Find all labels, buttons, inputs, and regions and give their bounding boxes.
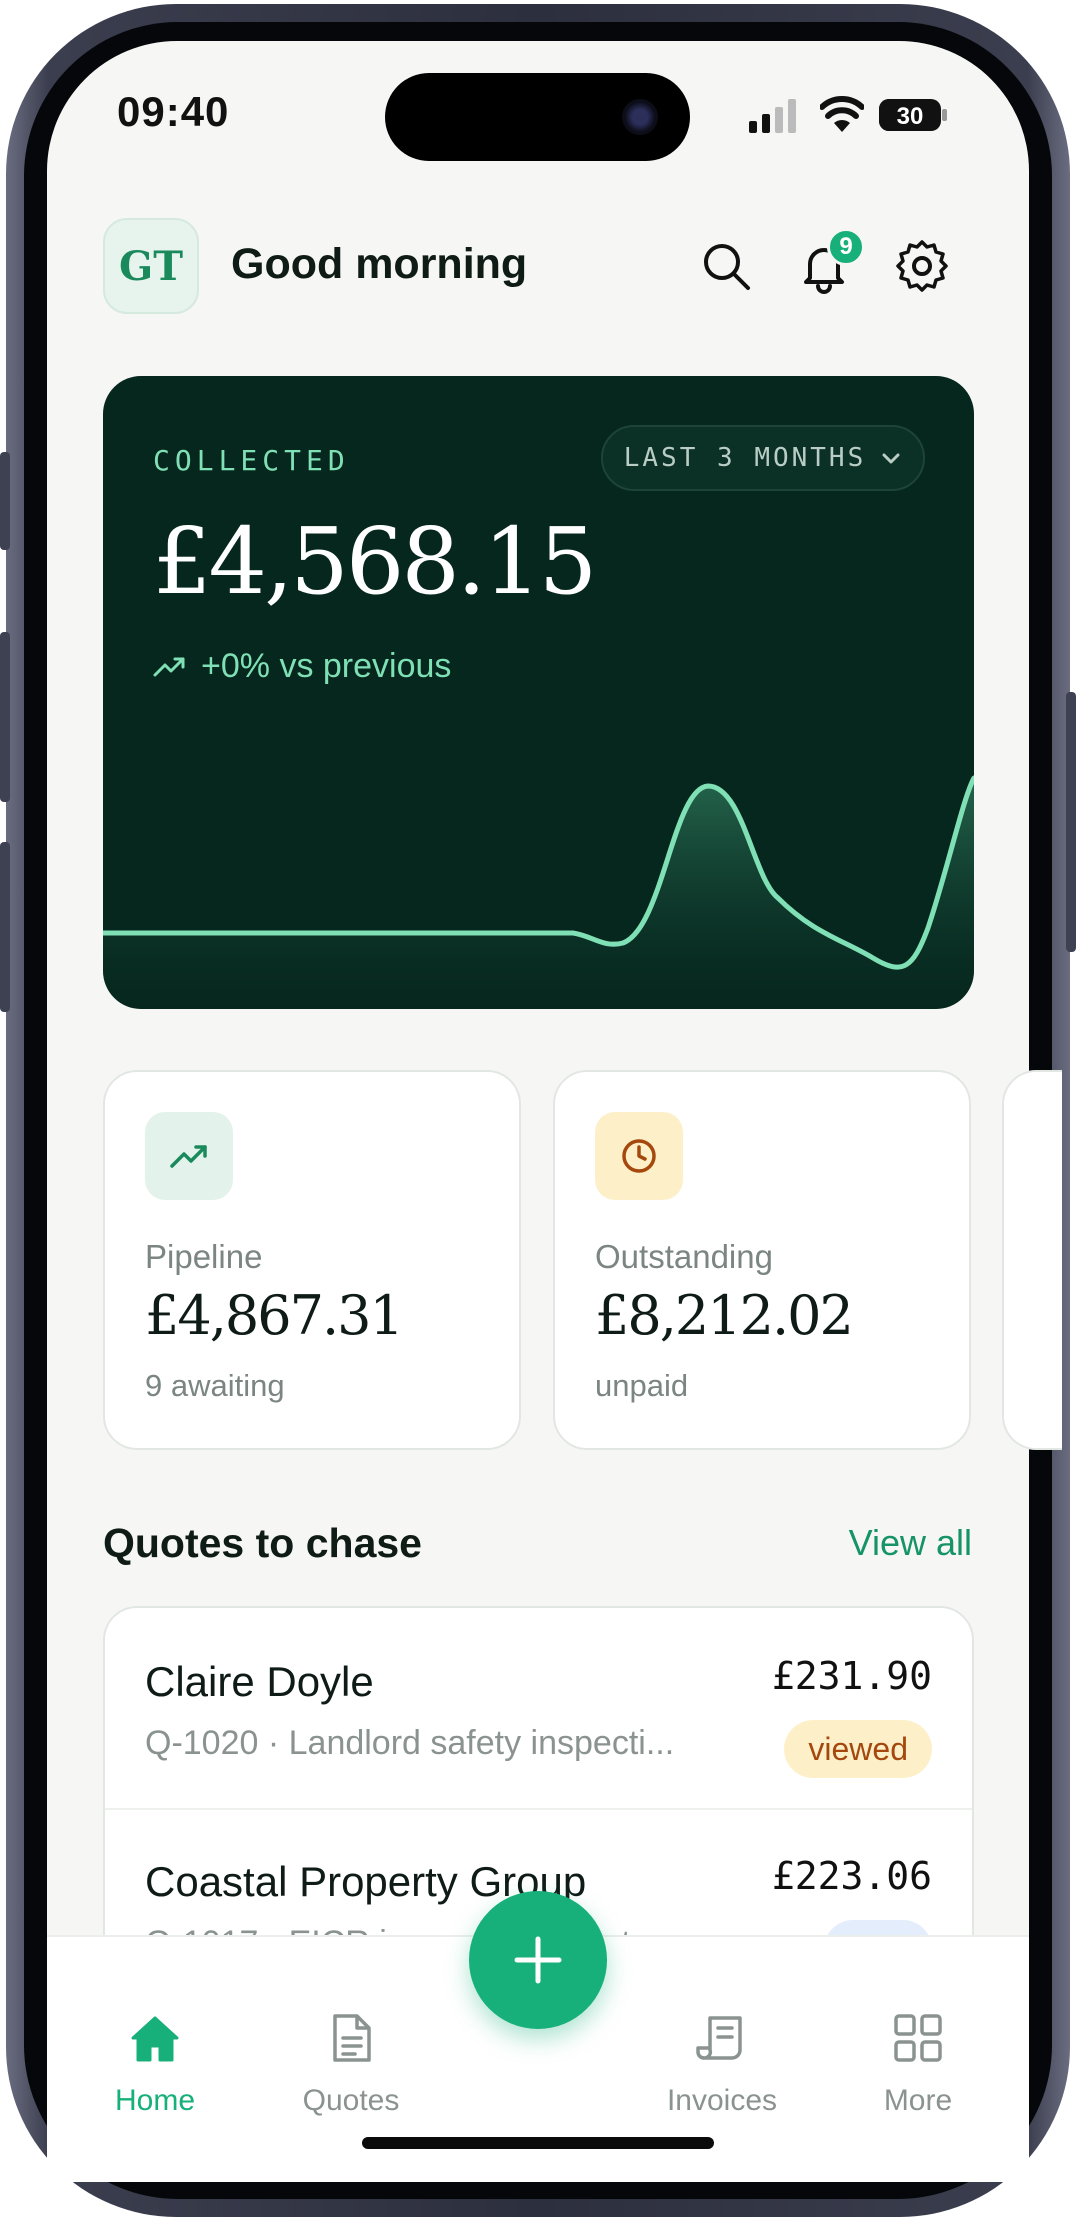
- greeting: Good morning: [231, 240, 528, 288]
- trend-up-icon: [170, 1145, 207, 1168]
- pipeline-icon-tile: [145, 1112, 233, 1200]
- outstanding-amount: £8,212.02: [595, 1284, 854, 1347]
- nav-home-label: Home: [114, 2084, 196, 2117]
- sparkline-area: [103, 778, 974, 1009]
- nav-more[interactable]: More: [838, 2010, 998, 2118]
- collected-sparkline: [103, 775, 974, 1009]
- camera-icon: [622, 99, 658, 135]
- quotes-section-title: Quotes to chase: [103, 1520, 422, 1566]
- home-icon: [131, 2016, 179, 2062]
- volume-up-button: [0, 632, 10, 802]
- outstanding-sub: unpaid: [595, 1368, 689, 1403]
- status-badge: viewed: [784, 1720, 932, 1778]
- clock-icon: [622, 1139, 656, 1173]
- nav-invoices[interactable]: Invoices: [642, 2010, 802, 2118]
- nav-invoices-label: Invoices: [666, 2084, 778, 2117]
- cellular-signal-icon: [749, 99, 796, 133]
- notification-badge: 9: [827, 228, 865, 266]
- quote-price: £231.90: [771, 1654, 932, 1698]
- quote-price: £223.06: [771, 1854, 932, 1898]
- home-indicator[interactable]: [362, 2137, 714, 2149]
- volume-down-button: [0, 842, 10, 1012]
- nav-more-label: More: [883, 2084, 953, 2117]
- power-button: [1066, 692, 1076, 952]
- pipeline-amount: £4,867.31: [145, 1284, 404, 1347]
- wifi-icon: [820, 96, 864, 132]
- period-label: LAST 3 MONTHS: [623, 443, 867, 473]
- collected-card[interactable]: COLLECTED LAST 3 MONTHS £4,568.15 +0% vs…: [103, 376, 974, 1009]
- quote-client-name: Claire Doyle: [145, 1658, 374, 1705]
- pipeline-sub: 9 awaiting: [145, 1368, 285, 1403]
- status-time: 09:40: [117, 88, 230, 135]
- chevron-down-icon: [882, 453, 900, 464]
- nav-home[interactable]: Home: [75, 2010, 235, 2118]
- search-icon[interactable]: [698, 238, 754, 294]
- grid-icon: [894, 2014, 942, 2062]
- collected-label: COLLECTED: [153, 444, 350, 477]
- collected-amount: £4,568.15: [153, 508, 597, 615]
- nav-quotes[interactable]: Quotes: [271, 2010, 431, 2118]
- receipt-icon: [696, 2016, 742, 2060]
- outstanding-label: Outstanding: [595, 1238, 773, 1275]
- pipeline-label: Pipeline: [145, 1238, 263, 1275]
- nav-quotes-label: Quotes: [302, 2084, 400, 2117]
- quote-description: Q-1020 · Landlord safety inspecti...: [145, 1724, 675, 1762]
- avatar[interactable]: GT: [103, 218, 199, 314]
- gear-icon[interactable]: [894, 238, 950, 294]
- view-all-link[interactable]: View all: [849, 1522, 972, 1564]
- battery-level: 30: [897, 103, 924, 130]
- pipeline-card[interactable]: Pipeline £4,867.31 9 awaiting: [103, 1070, 521, 1450]
- add-button[interactable]: [469, 1891, 607, 2029]
- trend-text: +0% vs previous: [201, 647, 452, 685]
- stat-card-peek[interactable]: [1002, 1070, 1062, 1450]
- document-icon: [333, 2014, 371, 2062]
- dynamic-island: [385, 73, 690, 161]
- trend-up-icon: [153, 657, 185, 676]
- plus-icon: [514, 1936, 562, 1984]
- battery-icon: 30: [879, 99, 947, 131]
- trend-indicator: +0% vs previous: [153, 647, 451, 686]
- outstanding-icon-tile: [595, 1112, 683, 1200]
- period-selector[interactable]: LAST 3 MONTHS: [601, 425, 925, 491]
- outstanding-card[interactable]: Outstanding £8,212.02 unpaid: [553, 1070, 971, 1450]
- quote-row[interactable]: Claire Doyle Q-1020 · Landlord safety in…: [105, 1608, 972, 1810]
- action-button: [0, 452, 10, 550]
